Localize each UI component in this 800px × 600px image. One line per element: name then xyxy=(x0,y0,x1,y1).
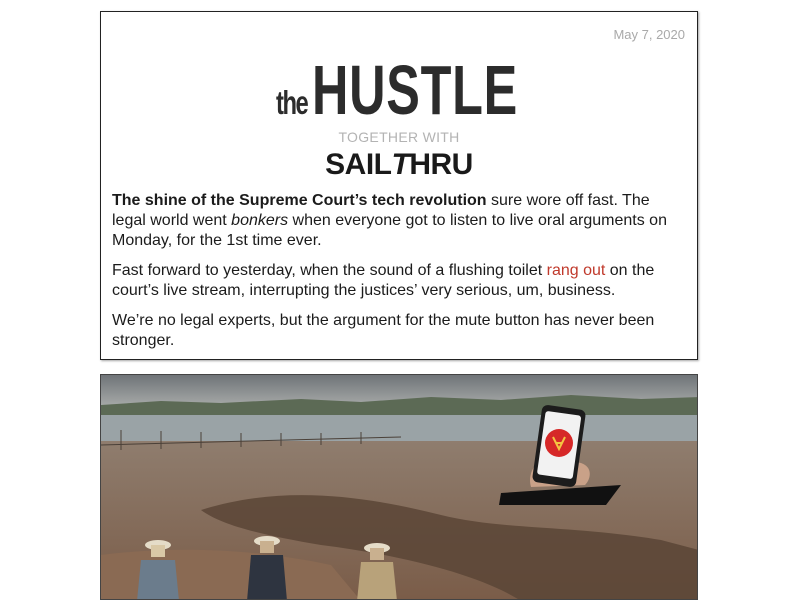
p3-text: We’re no legal experts, but the argument… xyxy=(112,312,655,349)
sponsor-part-2: T xyxy=(391,148,410,181)
lake-water xyxy=(101,415,697,443)
hero-image[interactable] xyxy=(100,374,698,600)
sponsor-part-3: HRU xyxy=(409,148,473,181)
paragraph-3: We’re no legal experts, but the argument… xyxy=(112,311,684,351)
hustle-logo[interactable]: the HUSTLE xyxy=(276,50,528,129)
paragraph-2: Fast forward to yesterday, when the soun… xyxy=(112,261,684,301)
issue-date: May 7, 2020 xyxy=(613,27,685,42)
p2-text-a: Fast forward to yesterday, when the soun… xyxy=(112,262,547,279)
lead-sentence: The shine of the Supreme Court’s tech re… xyxy=(112,192,487,209)
sponsor-logo-sailthru[interactable]: SAILTHRU xyxy=(101,148,697,182)
rang-out-link[interactable]: rang out xyxy=(547,262,606,279)
paragraph-1: The shine of the Supreme Court’s tech re… xyxy=(112,191,684,251)
sponsor-part-1: SAIL xyxy=(325,148,392,181)
logo-wordmark: HUSTLE xyxy=(312,50,518,129)
together-with-label: TOGETHER WITH xyxy=(338,129,460,145)
hero-illustration xyxy=(101,375,697,599)
newsletter-card: May 7, 2020 the HUSTLE TOGETHER WITH SAI… xyxy=(100,11,698,360)
p1-emphasis: bonkers xyxy=(231,212,289,229)
article-body: The shine of the Supreme Court’s tech re… xyxy=(112,191,684,361)
logo-prefix: the xyxy=(276,84,309,121)
